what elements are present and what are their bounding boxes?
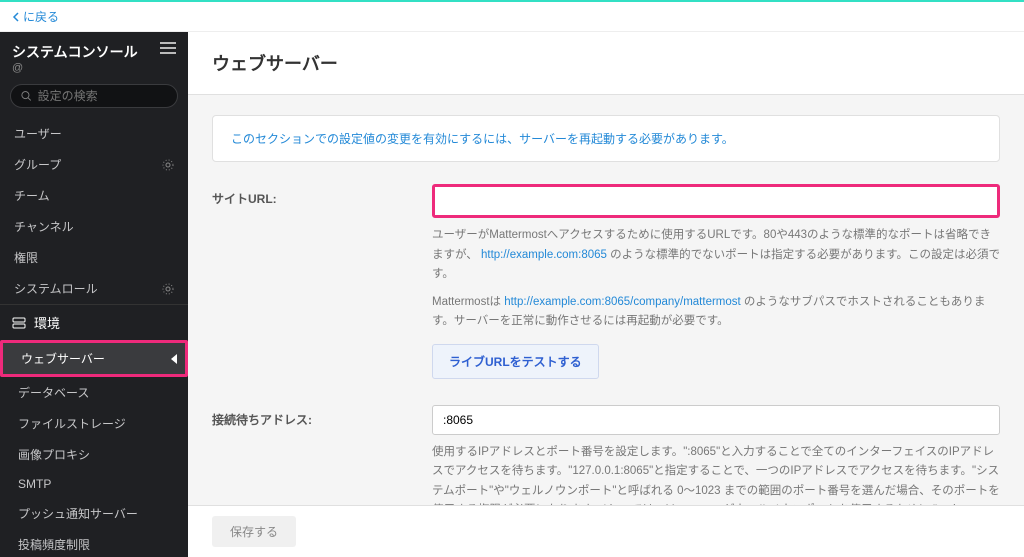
page-title: ウェブサーバー	[188, 32, 1024, 95]
gear-icon	[162, 283, 174, 295]
nav-rate-limit[interactable]: 投稿頻度制限	[0, 529, 188, 557]
chevron-left-icon	[12, 12, 19, 22]
sidebar-header: システムコンソール @	[0, 32, 188, 84]
back-link-label: に戻る	[23, 8, 59, 25]
label-site-url: サイトURL:	[212, 184, 432, 379]
nav-section-environment[interactable]: 環境	[0, 304, 188, 340]
help-site-url-2: Mattermostは http://example.com:8065/comp…	[432, 293, 1000, 332]
sidebar-subtitle: @	[12, 62, 138, 74]
nav-users[interactable]: ユーザー	[0, 118, 188, 149]
nav-database[interactable]: データベース	[0, 377, 188, 408]
help-site-url: ユーザーがMattermostへアクセスするために使用するURLです。80や44…	[432, 226, 1000, 285]
sidebar: システムコンソール @ ユーザー グループ チーム チャンネル 権限 システムロ…	[0, 32, 188, 557]
nav-system-roles[interactable]: システムロール	[0, 273, 188, 304]
nav-groups[interactable]: グループ	[0, 149, 188, 180]
test-url-button[interactable]: ライブURLをテストする	[432, 344, 599, 379]
input-listen[interactable]	[432, 405, 1000, 435]
nav-permissions[interactable]: 権限	[0, 242, 188, 273]
link-example-port[interactable]: http://example.com:8065	[481, 249, 607, 261]
sidebar-title: システムコンソール	[12, 42, 138, 62]
hamburger-icon[interactable]	[160, 42, 176, 54]
row-site-url: サイトURL: ユーザーがMattermostへアクセスするために使用するURL…	[212, 184, 1000, 379]
link-example-subpath[interactable]: http://example.com:8065/company/mattermo…	[504, 296, 741, 308]
search-icon	[21, 90, 32, 102]
input-site-url[interactable]	[432, 184, 1000, 218]
server-icon	[12, 317, 26, 329]
nav-teams[interactable]: チーム	[0, 180, 188, 211]
highlight-box: ウェブサーバー	[0, 340, 188, 377]
search-input[interactable]	[38, 89, 167, 103]
main-content: ウェブサーバー このセクションでの設定値の変更を有効にするには、サーバーを再起動…	[188, 32, 1024, 557]
nav-file-storage[interactable]: ファイルストレージ	[0, 408, 188, 439]
nav-channels[interactable]: チャンネル	[0, 211, 188, 242]
nav-push[interactable]: プッシュ通知サーバー	[0, 498, 188, 529]
gear-icon	[162, 159, 174, 171]
save-bar: 保存する	[188, 505, 1024, 557]
nav-web-server[interactable]: ウェブサーバー	[3, 343, 185, 374]
nav-image-proxy[interactable]: 画像プロキシ	[0, 439, 188, 470]
sidebar-nav: ユーザー グループ チーム チャンネル 権限 システムロール 環境 ウェブサーバ…	[0, 118, 188, 557]
nav-smtp[interactable]: SMTP	[0, 470, 188, 498]
top-bar: に戻る	[0, 0, 1024, 32]
search-box[interactable]	[10, 84, 178, 108]
restart-banner: このセクションでの設定値の変更を有効にするには、サーバーを再起動する必要がありま…	[212, 115, 1000, 162]
back-link[interactable]: に戻る	[12, 8, 59, 25]
save-button[interactable]: 保存する	[212, 516, 296, 547]
